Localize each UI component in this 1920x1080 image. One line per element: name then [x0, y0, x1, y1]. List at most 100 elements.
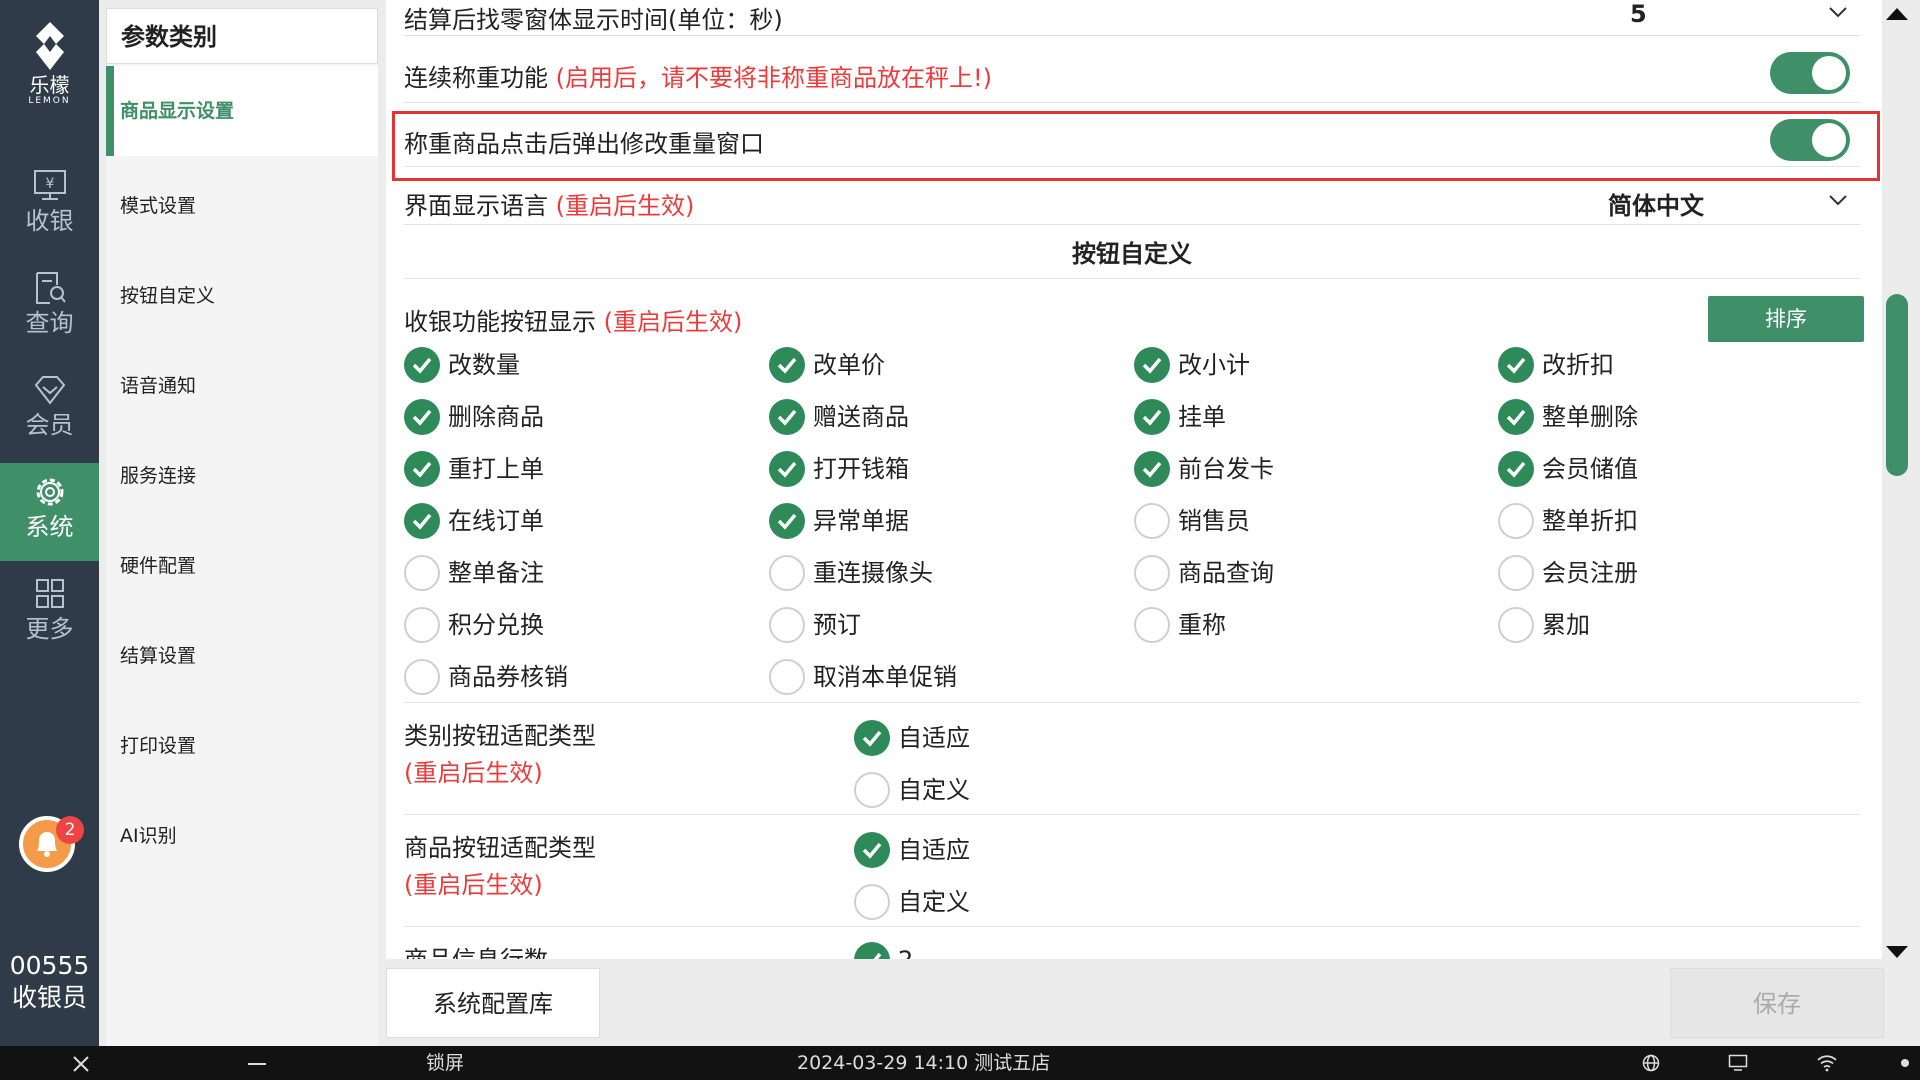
check-icon — [404, 347, 440, 383]
check-icon — [1498, 451, 1534, 487]
empty-circle-icon — [1134, 607, 1170, 643]
category-item-settlement[interactable]: 结算设置 — [106, 611, 378, 701]
check-icon — [854, 720, 890, 756]
category-btn-adaptive-label: 自适应 — [898, 724, 970, 752]
category-item-mode[interactable]: 模式设置 — [106, 161, 378, 251]
close-icon[interactable] — [72, 1055, 90, 1073]
scroll-down-arrow-icon[interactable] — [1884, 944, 1910, 960]
func-option-label: 取消本单促销 — [813, 663, 957, 691]
check-icon — [769, 451, 805, 487]
empty-circle-icon — [1498, 503, 1534, 539]
system-config-library-button[interactable]: 系统配置库 — [386, 968, 600, 1038]
member-diamond-icon — [34, 376, 65, 405]
check-icon — [769, 503, 805, 539]
product-btn-type-note: (重启后生效) — [404, 871, 543, 899]
lock-screen-button[interactable]: 锁屏 — [426, 1046, 464, 1080]
category-item-print[interactable]: 打印设置 — [106, 701, 378, 791]
setting-row-language[interactable]: 界面显示语言 (重启后生效) 简体中文 — [404, 182, 1860, 225]
continuous-weigh-toggle[interactable] — [1770, 52, 1850, 94]
language-value: 简体中文 — [1608, 192, 1704, 220]
sort-button[interactable]: 排序 — [1708, 296, 1864, 342]
rail-item-member[interactable]: 会员 — [0, 361, 99, 459]
status-dot-icon — [1901, 1059, 1909, 1067]
func-option-label: 预订 — [813, 611, 861, 639]
rail-item-more[interactable]: 更多 — [0, 565, 99, 663]
user-role: 收银员 — [11, 983, 87, 1012]
category-btn-type-label: 类别按钮适配类型 (重启后生效) — [404, 718, 596, 792]
rail-item-system[interactable]: 系统 — [0, 463, 99, 561]
func-option-label: 积分兑换 — [448, 611, 544, 639]
rail-item-query[interactable]: 查询 — [0, 259, 99, 357]
chevron-down-icon[interactable] — [1828, 194, 1848, 206]
check-icon — [1134, 399, 1170, 435]
func-option-label: 会员注册 — [1542, 559, 1638, 587]
status-datetime-store: 2024-03-29 14:10 测试五店 — [797, 1046, 1050, 1080]
parameter-category-menu: 参数类别 商品显示设置 模式设置 按钮自定义 语音通知 服务连接 硬件配置 结算… — [106, 8, 378, 1046]
rail-item-cashier[interactable]: ¥ 收银 — [0, 157, 99, 255]
scrollbar-thumb[interactable] — [1886, 294, 1908, 476]
continuous-weigh-title: 连续称重功能 — [404, 64, 548, 92]
setting-row-continuous-weigh: 连续称重功能 (启用后，请不要将非称重商品放在秤上!) — [404, 44, 1860, 103]
section-title-button-custom: 按钮自定义 — [404, 229, 1860, 279]
continuous-weigh-label: 连续称重功能 (启用后，请不要将非称重商品放在秤上!) — [404, 58, 992, 93]
func-option-label: 整单删除 — [1542, 403, 1638, 431]
func-buttons-title: 收银功能按钮显示 — [404, 308, 596, 336]
func-option-label: 整单备注 — [448, 559, 544, 587]
change-window-time-label: 结算后找零窗体显示时间(单位：秒) — [404, 6, 783, 34]
func-option-label: 重打上单 — [448, 455, 544, 483]
globe-icon[interactable] — [1642, 1054, 1660, 1072]
divider — [404, 926, 1860, 927]
empty-circle-icon — [854, 884, 890, 920]
category-item-hardware[interactable]: 硬件配置 — [106, 521, 378, 611]
gear-icon — [36, 478, 63, 506]
check-icon — [1134, 451, 1170, 487]
save-button[interactable]: 保存 — [1670, 968, 1884, 1038]
user-id: 00555 — [9, 951, 90, 980]
empty-circle-icon — [1134, 503, 1170, 539]
wifi-icon[interactable] — [1816, 1054, 1838, 1072]
scroll-up-arrow-icon[interactable] — [1884, 6, 1910, 22]
category-item-product-display[interactable]: 商品显示设置 — [106, 66, 378, 156]
category-btn-type-title: 类别按钮适配类型 — [404, 722, 596, 750]
setting-row-change-window-time[interactable]: 结算后找零窗体显示时间(单位：秒) 5 — [404, 0, 1860, 36]
monitor-icon[interactable] — [1728, 1054, 1748, 1072]
category-btn-custom-label: 自定义 — [898, 776, 970, 804]
empty-circle-icon — [769, 555, 805, 591]
empty-circle-icon — [769, 607, 805, 643]
info-rows-label: 商品信息行数 — [404, 942, 548, 959]
func-option-label: 销售员 — [1178, 507, 1250, 535]
empty-circle-icon — [1498, 607, 1534, 643]
category-item-voice[interactable]: 语音通知 — [106, 341, 378, 431]
func-option-label: 删除商品 — [448, 403, 544, 431]
minimize-icon[interactable] — [248, 1062, 266, 1066]
empty-circle-icon — [854, 772, 890, 808]
func-buttons-label: 收银功能按钮显示 (重启后生效) — [404, 302, 742, 337]
func-option-label: 异常单据 — [813, 507, 909, 535]
check-icon — [404, 399, 440, 435]
func-option-label: 重连摄像头 — [813, 559, 933, 587]
settings-panel: 结算后找零窗体显示时间(单位：秒) 5 连续称重功能 (启用后，请不要将非称重商… — [386, 0, 1882, 959]
rail-label-system: 系统 — [25, 513, 74, 541]
func-option-label: 在线订单 — [448, 507, 544, 535]
func-option-label: 重称 — [1178, 611, 1226, 639]
func-option-label: 前台发卡 — [1178, 455, 1274, 483]
check-icon — [1498, 347, 1534, 383]
chevron-down-icon[interactable] — [1828, 6, 1848, 18]
category-item-service[interactable]: 服务连接 — [106, 431, 378, 521]
func-option-label: 整单折扣 — [1542, 507, 1638, 535]
language-note: (重启后生效) — [555, 192, 695, 220]
category-item-ai[interactable]: AI识别 — [106, 791, 378, 881]
check-icon — [404, 503, 440, 539]
category-item-button-custom[interactable]: 按钮自定义 — [106, 251, 378, 341]
func-option-label: 改小计 — [1178, 351, 1250, 379]
category-title: 参数类别 — [106, 8, 378, 64]
product-btn-adaptive-label: 自适应 — [898, 836, 970, 864]
check-icon — [769, 399, 805, 435]
check-icon — [769, 347, 805, 383]
info-rows-value: 2 — [898, 942, 913, 959]
func-option-label: 累加 — [1542, 611, 1590, 639]
user-info: 00555 收银员 — [0, 950, 99, 1014]
empty-circle-icon — [404, 659, 440, 695]
cashier-icon: ¥ — [33, 170, 66, 200]
func-option-label: 商品券核销 — [448, 663, 568, 691]
